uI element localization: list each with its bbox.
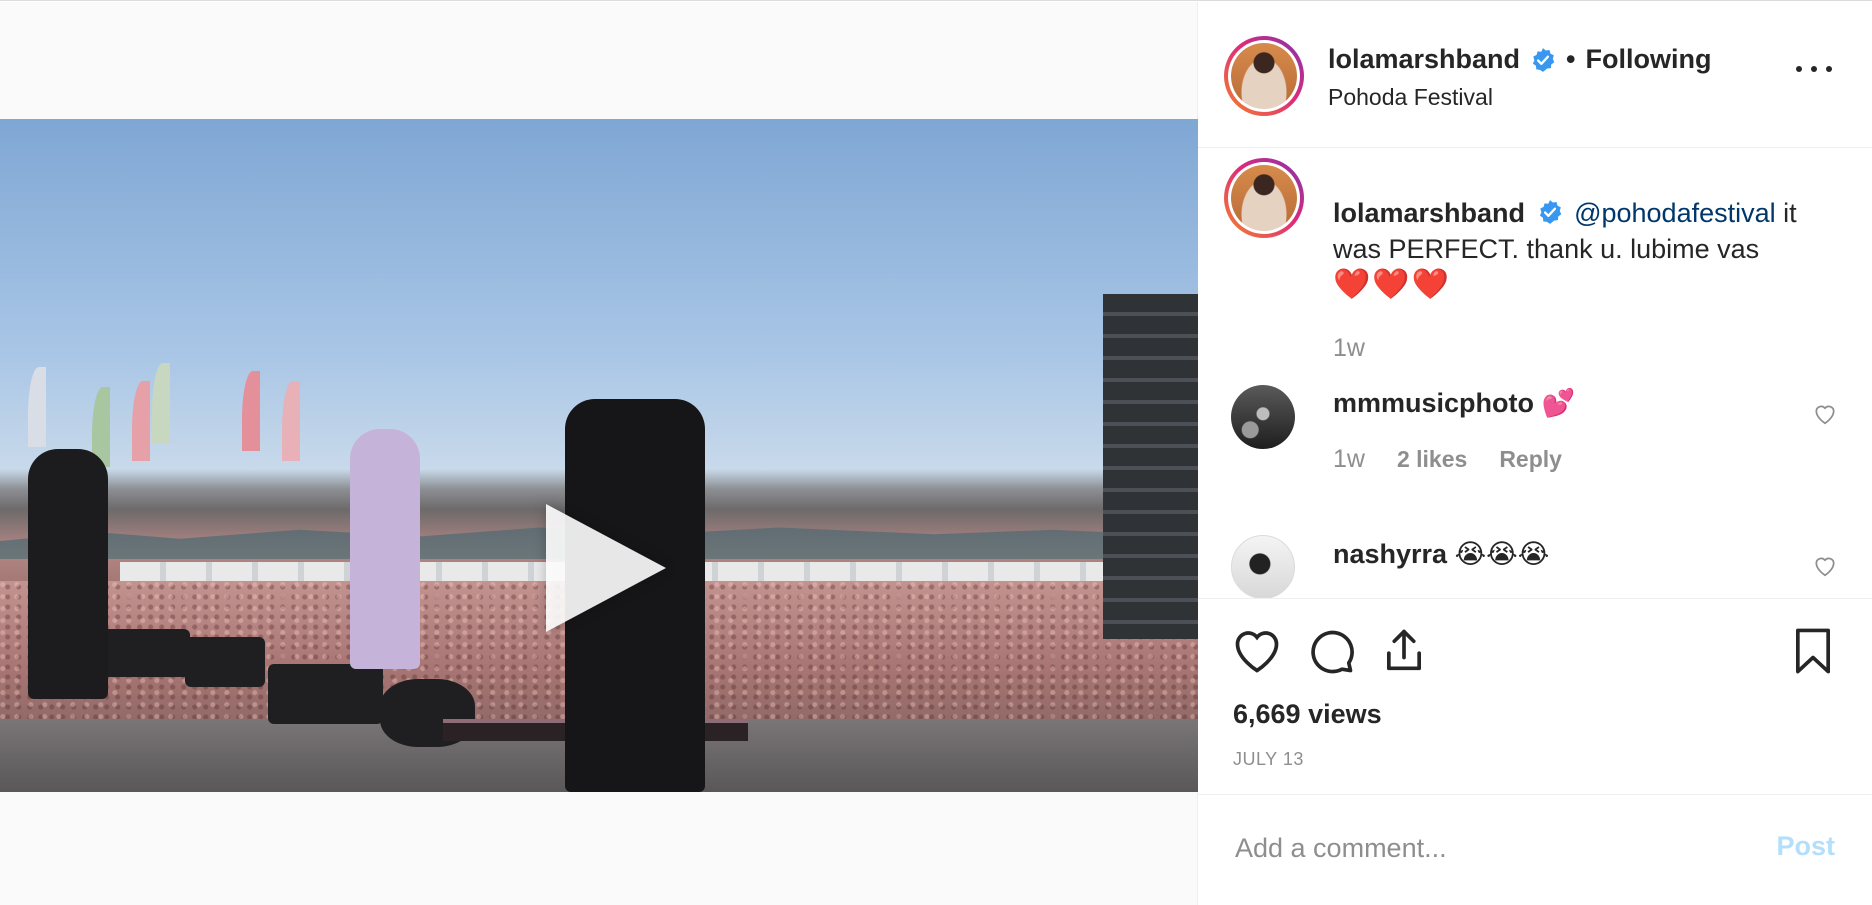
video-scene-flag bbox=[132, 381, 150, 461]
video-scene-flag bbox=[28, 367, 46, 447]
video-scene-flag bbox=[152, 363, 170, 443]
views-count[interactable]: 6,669 views bbox=[1233, 699, 1382, 730]
media-pane bbox=[0, 2, 1198, 905]
comment-likes-link[interactable]: 2 likes bbox=[1397, 446, 1467, 473]
comment-text: 💕 bbox=[1541, 388, 1576, 418]
caption: lolamarshband @pohodafestival it was PER… bbox=[1333, 195, 1833, 303]
speech-bubble-icon[interactable] bbox=[1305, 625, 1357, 677]
post-date[interactable]: JULY 13 bbox=[1233, 749, 1304, 770]
post-button[interactable]: Post bbox=[1776, 831, 1835, 862]
header-separator: • bbox=[1566, 44, 1576, 74]
video-scene-speaker bbox=[268, 664, 383, 724]
comment-username[interactable]: mmmusicphoto bbox=[1333, 388, 1534, 418]
comment-row: mmmusicphoto 💕 bbox=[1333, 387, 1575, 419]
comment-input[interactable] bbox=[1233, 827, 1733, 869]
video-scene-guitarist bbox=[28, 449, 108, 699]
comment-row: nashyrra 😭😭😭 bbox=[1333, 539, 1549, 570]
caption-mention-link[interactable]: @pohodafestival bbox=[1574, 198, 1776, 228]
reply-button[interactable]: Reply bbox=[1499, 446, 1562, 473]
comment-like-heart-icon[interactable] bbox=[1812, 553, 1838, 579]
share-upload-icon[interactable] bbox=[1378, 625, 1430, 677]
caption-timestamp[interactable]: 1w bbox=[1333, 334, 1365, 363]
play-icon[interactable] bbox=[546, 504, 666, 632]
avatar[interactable] bbox=[1231, 535, 1295, 598]
comments-list[interactable]: lolamarshband @pohodafestival it was PER… bbox=[1198, 149, 1872, 598]
more-dots-icon[interactable] bbox=[1796, 62, 1832, 76]
bookmark-icon[interactable] bbox=[1787, 625, 1839, 677]
comment-text: 😭😭😭 bbox=[1454, 539, 1550, 569]
video-scene-flag bbox=[242, 371, 260, 451]
avatar[interactable] bbox=[1231, 385, 1295, 449]
caption-avatar[interactable] bbox=[1224, 158, 1304, 238]
action-bar: 6,669 views JULY 13 bbox=[1198, 598, 1872, 794]
video-scene-stage-tower bbox=[1103, 294, 1198, 639]
caption-username[interactable]: lolamarshband bbox=[1333, 198, 1525, 228]
header-username[interactable]: lolamarshband bbox=[1328, 44, 1520, 75]
video-scene-speaker bbox=[185, 637, 265, 687]
video-player[interactable] bbox=[0, 119, 1198, 792]
video-scene-singer bbox=[350, 429, 420, 669]
header-user-row: lolamarshband • Following bbox=[1328, 44, 1711, 75]
verified-badge-icon bbox=[1539, 199, 1561, 224]
verified-badge-icon bbox=[1532, 47, 1555, 72]
post-header: lolamarshband • Following Pohoda Festiva… bbox=[1198, 2, 1872, 148]
comment-meta: 1w 2 likes Reply bbox=[1333, 445, 1562, 474]
location-link[interactable]: Pohoda Festival bbox=[1328, 84, 1493, 111]
post-details-pane: lolamarshband • Following Pohoda Festiva… bbox=[1198, 2, 1872, 905]
add-comment-bar: Post bbox=[1198, 794, 1872, 905]
comment-timestamp[interactable]: 1w bbox=[1333, 445, 1365, 474]
video-scene-flag bbox=[282, 381, 300, 461]
video-scene-speaker bbox=[100, 629, 190, 677]
post-modal: lolamarshband • Following Pohoda Festiva… bbox=[0, 0, 1872, 905]
comment-like-heart-icon[interactable] bbox=[1812, 401, 1838, 427]
heart-outline-icon[interactable] bbox=[1231, 625, 1283, 677]
following-button[interactable]: Following bbox=[1586, 44, 1712, 75]
avatar[interactable] bbox=[1224, 36, 1304, 116]
comment-username[interactable]: nashyrra bbox=[1333, 539, 1447, 569]
caption-hearts: ❤️❤️❤️ bbox=[1333, 268, 1452, 301]
